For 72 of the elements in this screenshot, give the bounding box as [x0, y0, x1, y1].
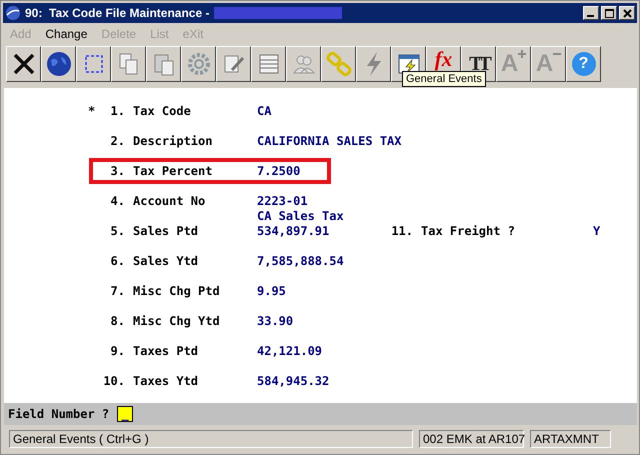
toolbar-button[interactable] — [181, 46, 216, 82]
maximize-button[interactable] — [601, 6, 617, 20]
toolbar-button[interactable] — [146, 46, 181, 82]
status-text: 002 EMK at AR107 — [419, 430, 524, 448]
field-number: 11. — [390, 224, 413, 238]
input-field[interactable]: _ — [117, 406, 134, 422]
maximize-icon — [604, 8, 614, 18]
field-label: Tax Code — [133, 104, 192, 118]
field-number: 6. — [110, 254, 125, 268]
field-label: Account No — [133, 194, 206, 208]
field-number: 1. — [110, 104, 125, 118]
toolbar-button[interactable] — [356, 46, 391, 82]
close-icon — [12, 52, 36, 76]
required-marker: * — [88, 104, 96, 118]
toolbar-button[interactable] — [41, 46, 76, 82]
close-icon — [622, 8, 632, 18]
field-number: 4. — [110, 194, 125, 208]
globe-icon — [5, 5, 21, 21]
field-number: 3. — [110, 164, 125, 178]
field-label: Sales Ptd — [133, 224, 200, 238]
field-number: 2. — [110, 134, 125, 148]
field-number: 10. — [102, 374, 125, 388]
toolbar-button[interactable] — [251, 46, 286, 82]
paste-icon — [152, 52, 174, 76]
toolbar-button[interactable] — [111, 46, 146, 82]
field-value: 33.90 — [257, 314, 294, 328]
field-label: Sales Ytd — [133, 254, 200, 268]
field-value: CA — [257, 104, 272, 118]
calendar-bolt-icon — [396, 52, 420, 76]
status-text: General Events ( Ctrl+G ) — [9, 430, 413, 448]
help-icon: ? — [572, 52, 596, 76]
field-value: 7.2500 — [257, 164, 302, 178]
field-value: 9.95 — [257, 284, 287, 298]
toolbar-button[interactable] — [216, 46, 251, 82]
toolbar-button[interactable] — [321, 46, 356, 82]
function-icon: fx — [434, 48, 452, 70]
minimize-button[interactable] — [583, 6, 599, 20]
field-value: Y — [593, 224, 600, 238]
field-label: Misc Chg Ptd — [133, 284, 221, 298]
chain-link-icon — [326, 51, 352, 77]
tooltip: General Events — [402, 71, 486, 87]
status-text: ARTAXMNT — [530, 430, 611, 448]
prompt-label: Field Number ? — [8, 407, 110, 421]
field-value: 2223-01 — [257, 194, 309, 208]
field-label: Misc Chg Ytd — [133, 314, 221, 328]
field-label: Tax Percent — [133, 164, 214, 178]
field-number: 7. — [110, 284, 125, 298]
menu-item[interactable]: Change — [45, 26, 88, 40]
field-value: CALIFORNIA SALES TAX — [257, 134, 402, 148]
window-title: 90: Tax Code File Maintenance - — [25, 6, 210, 20]
field-value: 7,585,888.54 — [257, 254, 345, 268]
toolbar-button[interactable] — [6, 46, 41, 82]
toolbar-button[interactable]: ? — [566, 46, 601, 82]
field-label: Taxes Ytd — [133, 374, 200, 388]
field-label: Description — [133, 134, 214, 148]
field-number: 9. — [110, 344, 125, 358]
field-number: 5. — [110, 224, 125, 238]
toolbar-button[interactable] — [286, 46, 321, 82]
globe-icon — [46, 51, 72, 77]
field-value: 42,121.09 — [257, 344, 324, 358]
field-label: Taxes Ptd — [133, 344, 200, 358]
gear-icon — [186, 52, 210, 76]
field-number: 8. — [110, 314, 125, 328]
toolbar-button[interactable] — [76, 46, 111, 82]
field-note: CA Sales Tax — [257, 208, 345, 224]
selection-icon — [84, 54, 104, 74]
list-icon — [256, 52, 280, 76]
field-value: 534,897.91 — [257, 224, 330, 238]
field-value: 584,945.32 — [257, 374, 330, 388]
copy-icon — [118, 52, 140, 76]
close-button[interactable] — [619, 6, 635, 20]
field-label: Tax Freight ? — [421, 224, 516, 238]
